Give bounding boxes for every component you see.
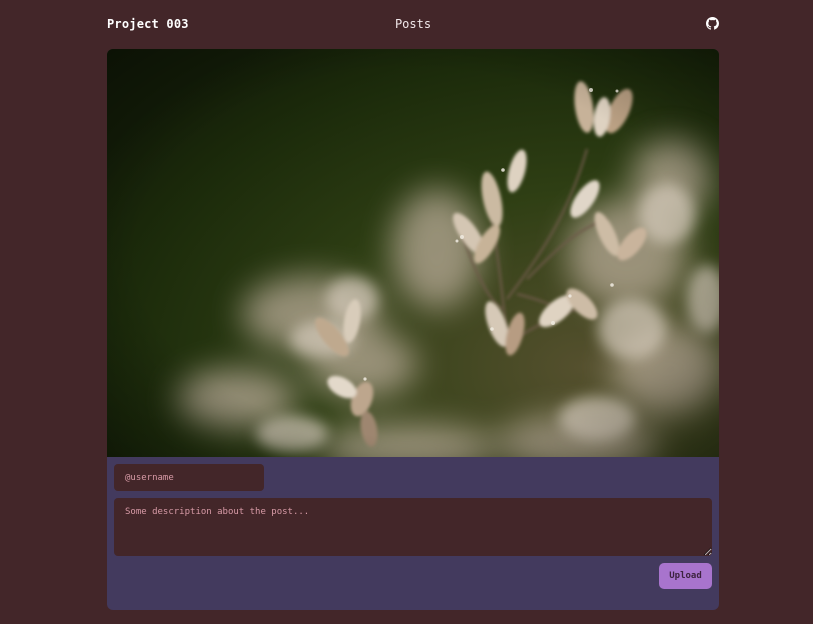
upload-button[interactable]: Upload	[659, 563, 712, 589]
description-textarea[interactable]	[114, 498, 712, 556]
upload-form: Upload	[107, 457, 719, 610]
username-input[interactable]	[114, 464, 264, 491]
github-icon[interactable]	[706, 17, 719, 30]
post-card: Upload	[107, 49, 719, 610]
flower-photo	[107, 49, 719, 457]
post-image	[107, 49, 719, 457]
posts-link[interactable]: Posts	[107, 17, 719, 31]
top-nav: Project 003 Posts	[107, 0, 719, 49]
